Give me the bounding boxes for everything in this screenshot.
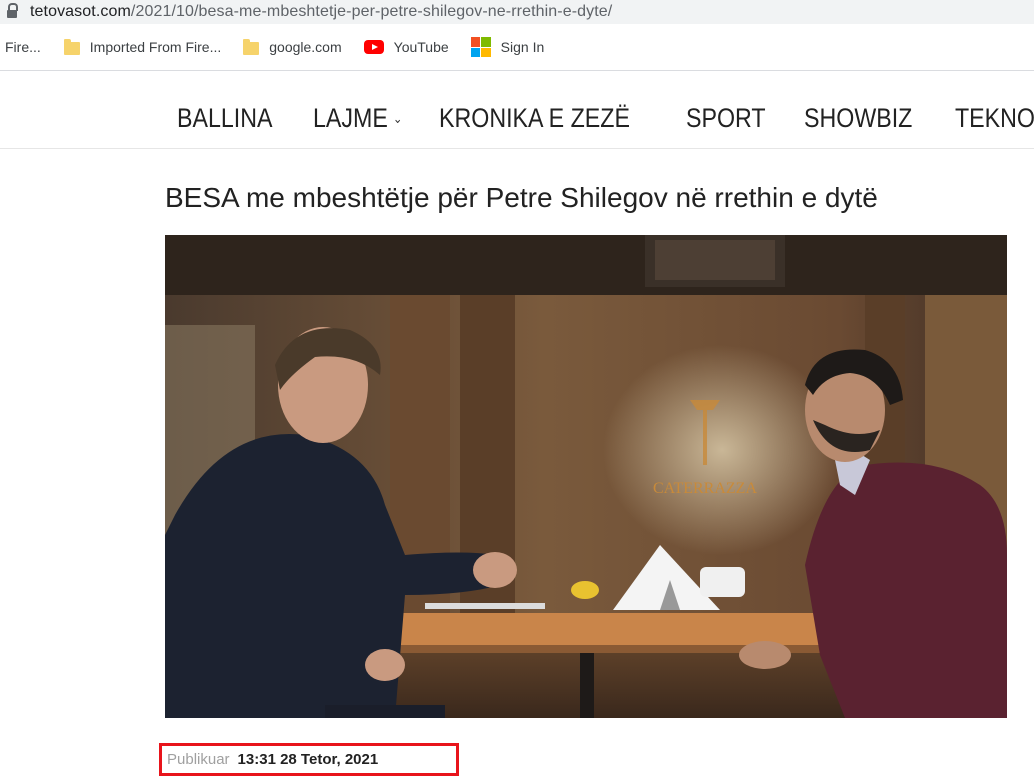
bookmark-imported-from-firefox[interactable]: Imported From Fire...: [63, 39, 222, 55]
nav-item-kronika-e-zezë[interactable]: KRONIKA E ZEZË: [439, 103, 630, 134]
nav-item-lajme[interactable]: LAJME ⌄: [313, 103, 402, 134]
bookmark-youtube[interactable]: YouTube: [363, 39, 449, 55]
chevron-down-icon: ⌄: [393, 110, 403, 126]
folder-icon: [63, 39, 80, 55]
nav-item-label: TEKNOLOGJI: [954, 103, 1034, 133]
nav-item-label: LAJME: [313, 103, 388, 133]
address-bar[interactable]: tetovasot.com/2021/10/besa-me-mbeshtetje…: [0, 0, 1034, 24]
bookmark-label: google.com: [269, 39, 342, 55]
cafe-sign-text: CATERRAZZA: [653, 480, 757, 497]
nav-item-label: BALLINA: [177, 103, 273, 133]
nav-item-label: SPORT: [686, 103, 766, 133]
site-navigation: BALLINA LAJME ⌄ KRONIKA E ZEZË SPORT SHOWBIZ T…: [0, 71, 1034, 149]
bookmark-fire[interactable]: Fire...: [5, 39, 41, 55]
article-title: BESA me mbeshtëtje për Petre Shilegov në…: [165, 182, 878, 213]
nav-item-ballina[interactable]: BALLINA: [177, 103, 273, 134]
microsoft-icon: [470, 37, 491, 57]
lock-icon: [4, 3, 22, 21]
folder-icon: [243, 39, 260, 55]
bookmarks-bar: Fire... Imported From Fire... google.com…: [0, 24, 1034, 71]
bookmark-label: Imported From Fire...: [89, 39, 222, 55]
url-text[interactable]: tetovasot.com/2021/10/besa-me-mbeshtetje…: [30, 3, 612, 21]
youtube-icon: [363, 40, 384, 54]
bookmark-sign-in[interactable]: Sign In: [470, 37, 545, 57]
nav-item-sport[interactable]: SPORT: [686, 103, 766, 134]
article-photo: CATERRAZZA: [165, 235, 1007, 718]
nav-item-label: KRONIKA E ZEZË: [439, 103, 630, 133]
nav-item-label: SHOWBIZ: [803, 103, 912, 133]
bookmark-label: Sign In: [500, 39, 545, 55]
published-label: Publikuar: [167, 751, 230, 768]
bookmark-label: Fire...: [5, 39, 41, 55]
bookmark-google[interactable]: google.com: [243, 39, 342, 55]
nav-item-showbiz[interactable]: SHOWBIZ: [804, 103, 912, 134]
published-info-highlight: Publikuar 13:31 28 Tetor, 2021: [159, 743, 459, 776]
published-date: 13:31 28 Tetor, 2021: [237, 751, 379, 768]
bookmark-label: YouTube: [393, 39, 449, 55]
nav-item-teknologji[interactable]: TEKNOLOGJI: [955, 103, 1034, 134]
